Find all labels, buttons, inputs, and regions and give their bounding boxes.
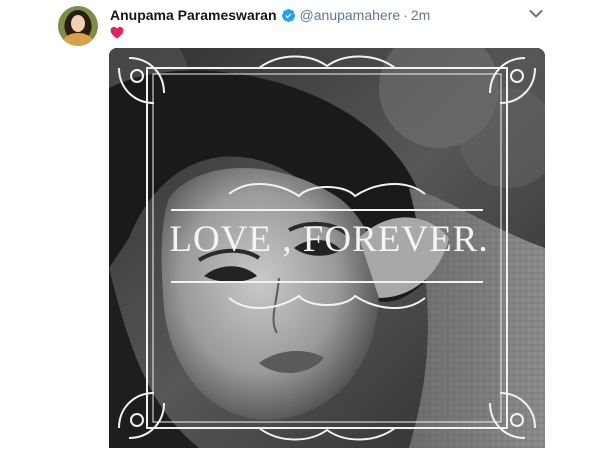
- tweet-card: Anupama Parameswaran @anupamahere · 2m L…: [0, 0, 600, 450]
- avatar-body: [63, 33, 93, 46]
- avatar-face: [71, 15, 85, 32]
- author-name[interactable]: Anupama Parameswaran: [110, 7, 277, 23]
- separator-dot: ·: [403, 7, 408, 23]
- avatar[interactable]: [58, 6, 98, 46]
- overlay-text: LOVE , FOREVER.: [169, 219, 489, 260]
- verified-badge-icon: [281, 8, 295, 22]
- chevron-down-icon[interactable]: [529, 9, 543, 19]
- timestamp-link[interactable]: 2m: [411, 7, 430, 23]
- heart-icon: [110, 26, 124, 39]
- tweet-media-photo[interactable]: LOVE , FOREVER.: [109, 48, 545, 448]
- tweet-header: Anupama Parameswaran @anupamahere · 2m: [110, 6, 430, 24]
- author-handle[interactable]: @anupamahere: [300, 7, 401, 23]
